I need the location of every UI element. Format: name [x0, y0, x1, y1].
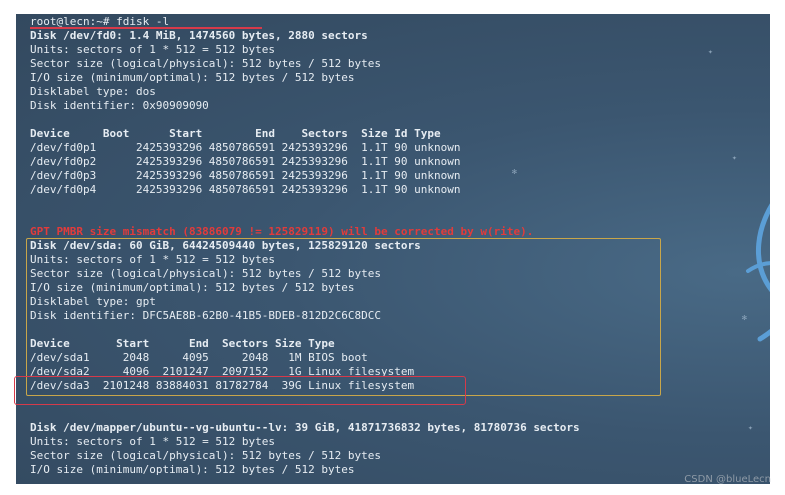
command-underline-annotation — [30, 27, 262, 29]
disk-info-line: I/O size (minimum/optimal): 512 bytes / … — [30, 463, 355, 476]
partition-table-header: Device Boot Start End Sectors Size Id Ty… — [30, 127, 441, 140]
disk-info-line: Sector size (logical/physical): 512 byte… — [30, 57, 381, 70]
partition-row: /dev/fd0p1 2425393296 4850786591 2425393… — [30, 141, 461, 154]
disk-info-line: Sector size (logical/physical): 512 byte… — [30, 449, 381, 462]
snowflake-decoration: ✦ — [748, 423, 753, 432]
snowflake-decoration: ✦ — [708, 47, 713, 56]
disk-header-fd0: Disk /dev/fd0: 1.4 MiB, 1474560 bytes, 2… — [30, 29, 368, 42]
sda3-highlight-box — [14, 376, 466, 405]
sda-disk-highlight-box — [26, 238, 661, 396]
disk-info-line: Disk identifier: 0x90909090 — [30, 99, 209, 112]
partition-row: /dev/fd0p2 2425393296 4850786591 2425393… — [30, 155, 461, 168]
gpt-warning-message: GPT PMBR size mismatch (83886079 != 1258… — [30, 225, 534, 238]
disk-info-line: Units: sectors of 1 * 512 = 512 bytes — [30, 43, 276, 56]
watermark: CSDN @blueLecn — [684, 474, 771, 485]
disk-info-line: Disklabel type: dos — [30, 85, 156, 98]
swirl-decoration — [746, 203, 770, 342]
snowflake-decoration: ✦ — [732, 153, 737, 162]
disk-header-lvm: Disk /dev/mapper/ubuntu--vg-ubuntu--lv: … — [30, 421, 580, 434]
disk-info-line: I/O size (minimum/optimal): 512 bytes / … — [30, 71, 355, 84]
partition-row: /dev/fd0p3 2425393296 4850786591 2425393… — [30, 169, 461, 182]
disk-info-line: Units: sectors of 1 * 512 = 512 bytes — [30, 435, 276, 448]
partition-row: /dev/fd0p4 2425393296 4850786591 2425393… — [30, 183, 461, 196]
